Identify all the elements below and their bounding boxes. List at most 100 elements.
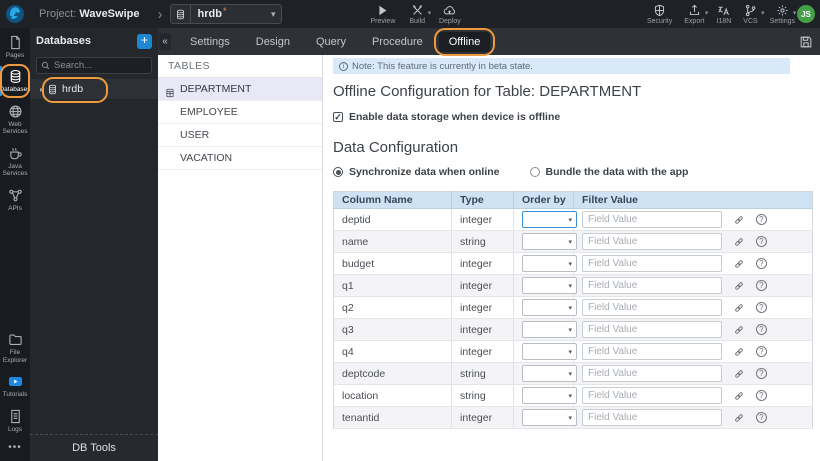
tab-settings[interactable]: Settings [180,32,240,52]
filter-value-input[interactable] [582,299,722,316]
bind-link-icon[interactable] [733,346,745,358]
bind-link-icon[interactable] [733,214,745,226]
beta-note-banner: i Note: This feature is currently in bet… [333,58,790,74]
add-database-button[interactable]: + [137,33,152,49]
sidebar-item-apis[interactable]: APIs [0,184,30,215]
order-by-select[interactable]: ▾ [522,343,577,360]
order-by-select[interactable]: ▾ [522,387,577,404]
search-input[interactable] [54,60,147,71]
sidebar-item-pages[interactable]: Pages [0,31,30,62]
tab-label: Query [316,35,346,48]
sidebar-item-databases[interactable]: Databases [0,64,31,99]
order-by-select[interactable]: ▾ [522,277,577,294]
tab-design[interactable]: Design [246,32,300,52]
chevron-down-icon: ▾ [568,260,572,268]
tab-offline[interactable]: Offline [433,27,496,56]
expand-icon[interactable]: ▸ [40,85,44,94]
order-by-select[interactable]: ▾ [522,233,577,250]
help-icon[interactable]: ? [755,258,767,269]
db-tools-button[interactable]: DB Tools [30,434,158,461]
help-icon[interactable]: ? [755,302,767,313]
database-tree-item[interactable]: ▸ hrdb [30,77,158,103]
bind-link-icon[interactable] [733,280,745,292]
sidebar-item-file-explorer[interactable]: File Explorer [0,328,30,367]
help-icon[interactable]: ? [755,368,767,379]
build-button[interactable]: ▾ Build [409,4,431,25]
table-list-item-employee[interactable]: EMPLOYEE [158,101,322,124]
sidebar-item-logs[interactable]: Logs [0,405,30,436]
table-list-item-user[interactable]: USER [158,124,322,147]
database-icon [171,5,192,23]
bind-link-icon[interactable] [733,302,745,314]
bind-link-icon[interactable] [733,258,745,270]
order-by-select[interactable]: ▾ [522,321,577,338]
action-label: Security [646,17,673,25]
column-name-cell: q1 [333,274,452,297]
column-type-cell: string [451,230,514,253]
filter-value-input[interactable] [582,277,722,294]
filter-value-input[interactable] [582,233,722,250]
bind-link-icon[interactable] [733,368,745,380]
i18n-button[interactable]: I18N [717,4,731,25]
table-list-item-department[interactable]: DEPARTMENT [158,78,322,101]
tab-bar: « Settings Design Query Procedure Offline [158,27,820,56]
filter-value-input[interactable] [582,365,722,382]
order-by-select[interactable]: ▾ [522,365,577,382]
sidebar-item-label: File Explorer [2,349,28,364]
help-icon[interactable]: ? [755,280,767,291]
bind-link-icon[interactable] [733,324,745,336]
databases-panel-title: Databases [36,35,92,47]
security-button[interactable]: Security [647,4,672,25]
help-icon[interactable]: ? [755,390,767,401]
sidebar-item-java-services[interactable]: Java Services [0,142,30,181]
sidebar-item-web-services[interactable]: Web Services [0,100,30,139]
database-search[interactable] [36,57,152,74]
tab-query[interactable]: Query [306,32,356,52]
radio-synchronize-data[interactable]: Synchronize data when online [333,166,500,178]
chevron-down-icon: ▾ [568,216,572,224]
action-label: Export [684,17,705,25]
vcs-button[interactable]: ▾ VCS [743,4,765,25]
section-title: Data Configuration [333,139,459,156]
enable-offline-checkbox[interactable] [333,112,343,122]
filter-value-input[interactable] [582,255,722,272]
filter-value-input[interactable] [582,343,722,360]
filter-value-input[interactable] [582,211,722,228]
order-by-select[interactable]: ▾ [522,255,577,272]
help-icon[interactable]: ? [755,236,767,247]
bind-link-icon[interactable] [733,236,745,248]
filter-value-input[interactable] [582,321,722,338]
order-by-select[interactable]: ▾ [522,409,577,426]
filter-value-input[interactable] [582,387,722,404]
radio-bundle-data[interactable]: Bundle the data with the app [529,166,688,178]
bind-link-icon[interactable] [733,390,745,402]
table-row: budget integer ▾ ? [333,252,813,275]
preview-button[interactable]: Preview [370,4,395,25]
order-by-select[interactable]: ▾ [522,299,577,316]
avatar[interactable]: JS [797,5,815,23]
column-name-cell: location [333,384,452,407]
tab-procedure[interactable]: Procedure [362,32,433,52]
export-button[interactable]: ▾ Export [684,4,708,25]
tab-label: Settings [190,35,230,48]
order-by-select[interactable]: ▾ [522,211,577,228]
settings-button[interactable]: ▾ Settings [770,4,796,25]
action-label: Preview [370,17,396,25]
chevron-down-icon: ▾ [568,414,572,422]
more-options-icon[interactable]: ••• [8,442,22,453]
action-label: Build [409,17,425,25]
help-icon[interactable]: ? [755,346,767,357]
filter-value-input[interactable] [582,409,722,426]
note-text: Note: This feature is currently in beta … [352,60,533,72]
help-icon[interactable]: ? [755,214,767,225]
bind-link-icon[interactable] [733,412,745,424]
collapse-panel-icon[interactable]: « [159,33,171,50]
help-icon[interactable]: ? [755,412,767,423]
deploy-button[interactable]: Deploy [439,4,461,25]
save-icon[interactable] [799,35,813,49]
sidebar-item-tutorials[interactable]: Tutorials [0,370,30,401]
help-icon[interactable]: ? [755,324,767,335]
database-selector-dropdown[interactable]: hrdb * ▾ [170,4,283,24]
radio-icon [529,167,540,177]
table-list-item-vacation[interactable]: VACATION [158,147,322,170]
